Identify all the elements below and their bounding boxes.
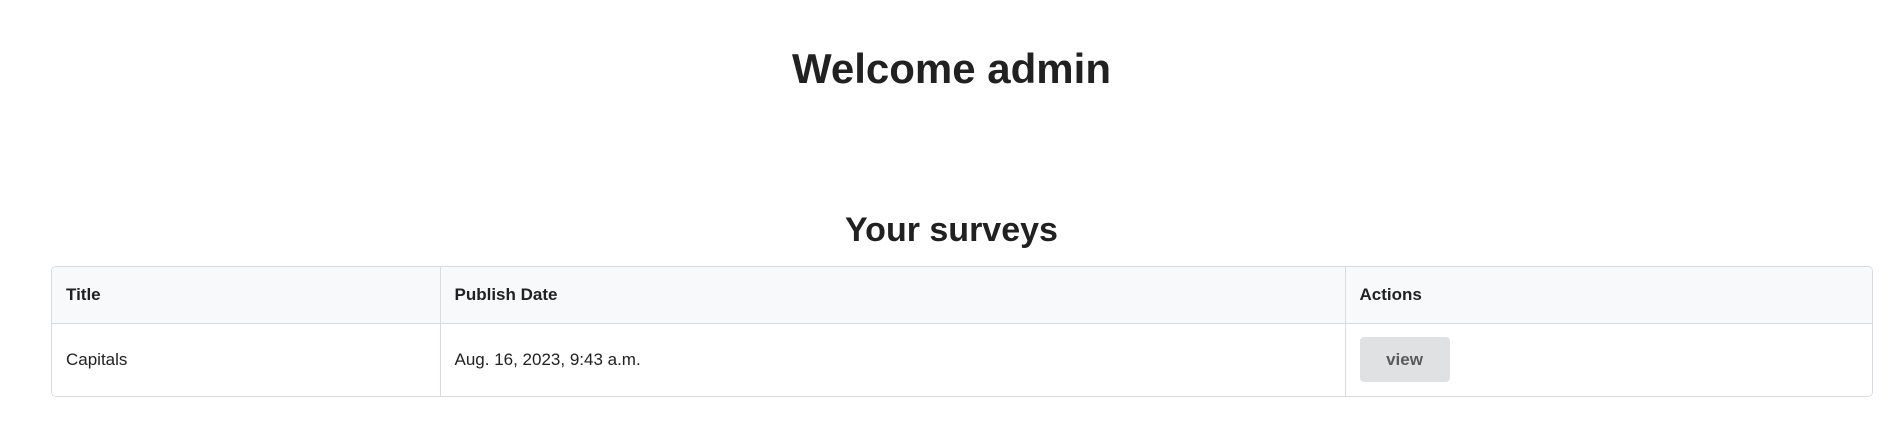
view-survey-button[interactable]: view xyxy=(1359,337,1450,383)
surveys-table: Title Publish Date Actions Capitals Aug.… xyxy=(52,267,1872,396)
table-header-row: Title Publish Date Actions xyxy=(52,267,1872,324)
page: Welcome admin Your surveys Title Publish… xyxy=(0,0,1903,426)
survey-publish-date-cell: Aug. 16, 2023, 9:43 a.m. xyxy=(440,323,1346,396)
welcome-heading: Welcome admin xyxy=(792,45,1111,92)
table-header: Title Publish Date Actions xyxy=(52,267,1872,324)
column-header-publish-date: Publish Date xyxy=(440,267,1346,324)
table-body: Capitals Aug. 16, 2023, 9:43 a.m. view xyxy=(52,323,1872,396)
column-header-actions: Actions xyxy=(1345,267,1872,324)
survey-actions-cell: view xyxy=(1345,323,1872,396)
surveys-heading: Your surveys xyxy=(845,211,1058,249)
survey-title-cell: Capitals xyxy=(52,323,441,396)
surveys-table-container: Title Publish Date Actions Capitals Aug.… xyxy=(51,266,1873,397)
table-row: Capitals Aug. 16, 2023, 9:43 a.m. view xyxy=(52,323,1872,396)
column-header-title: Title xyxy=(52,267,441,324)
